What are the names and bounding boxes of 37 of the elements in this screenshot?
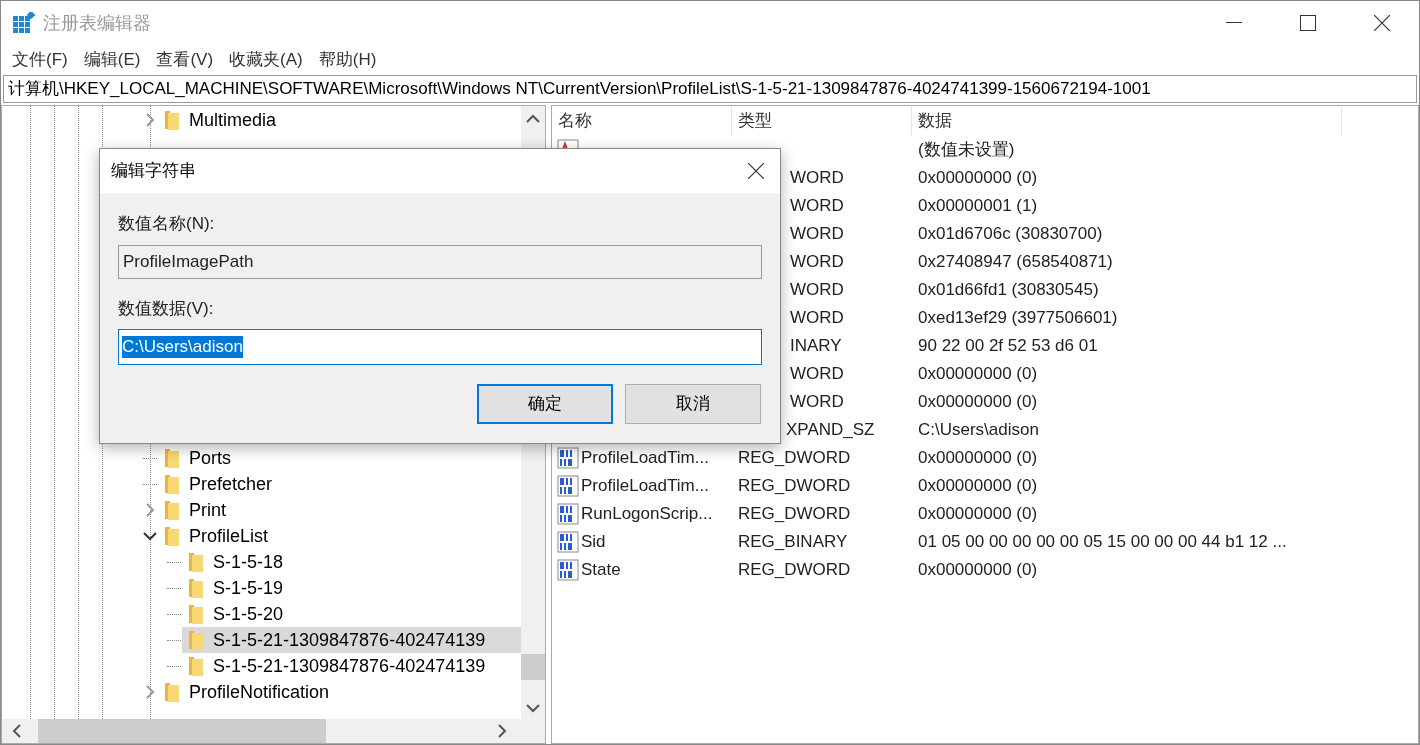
value-type: WORD [790, 224, 844, 244]
value-data: 0x00000000 (0) [918, 448, 1038, 468]
value-data: 0x01d6706c (30830700) [918, 224, 1103, 244]
value-type: REG_DWORD [738, 504, 851, 524]
value-data: 0x00000000 (0) [918, 168, 1038, 188]
value-data: 0x00000000 (0) [918, 392, 1038, 412]
value-type: XPAND_SZ [786, 420, 875, 440]
value-data: (数值未设置) [918, 140, 1015, 160]
value-data: 0x00000000 (0) [918, 364, 1038, 384]
value-data: 0x00000000 (0) [918, 476, 1038, 496]
value-name-field: ProfileImagePath [118, 244, 762, 279]
selected-text: C:\Users\adison [122, 336, 243, 358]
value-data: 0x00000000 (0) [918, 560, 1038, 580]
window-title: 注册表编辑器 [43, 11, 151, 35]
value-type: WORD [790, 252, 844, 272]
value-data: 01 05 00 00 00 00 00 05 15 00 00 00 44 b1 12 ... [918, 532, 1287, 552]
value-type: REG_DWORD [738, 476, 851, 496]
value-type: WORD [790, 364, 844, 384]
value-type: WORD [790, 308, 844, 328]
value-type: WORD [790, 392, 844, 412]
field-label: 数值数据(V): [118, 297, 215, 320]
dialog-title: 编辑字符串 [111, 160, 196, 183]
value-data: 0x01d66fd1 (30830545) [918, 280, 1099, 300]
field-label: 数值名称(N): [118, 213, 216, 235]
value-data: 0xed13ef29 (3977506601) [918, 308, 1118, 328]
value-data: 0x27408947 (658540871) [918, 252, 1113, 272]
value-type: REG_BINARY [738, 532, 848, 552]
value-type: WORD [790, 168, 844, 188]
value-data: 0x00000000 (0) [918, 504, 1038, 524]
value-data: 0x00000001 (1) [918, 196, 1038, 216]
value-data: C:\Users\adison [918, 420, 1039, 440]
value-type: INARY [790, 336, 842, 356]
value-type: REG_DWORD [738, 560, 851, 580]
value-type: WORD [790, 280, 844, 300]
value-type: REG_DWORD [738, 448, 851, 468]
value-type: WORD [790, 196, 844, 216]
value-data: 90 22 00 2f 52 53 d6 01 [918, 336, 1098, 356]
